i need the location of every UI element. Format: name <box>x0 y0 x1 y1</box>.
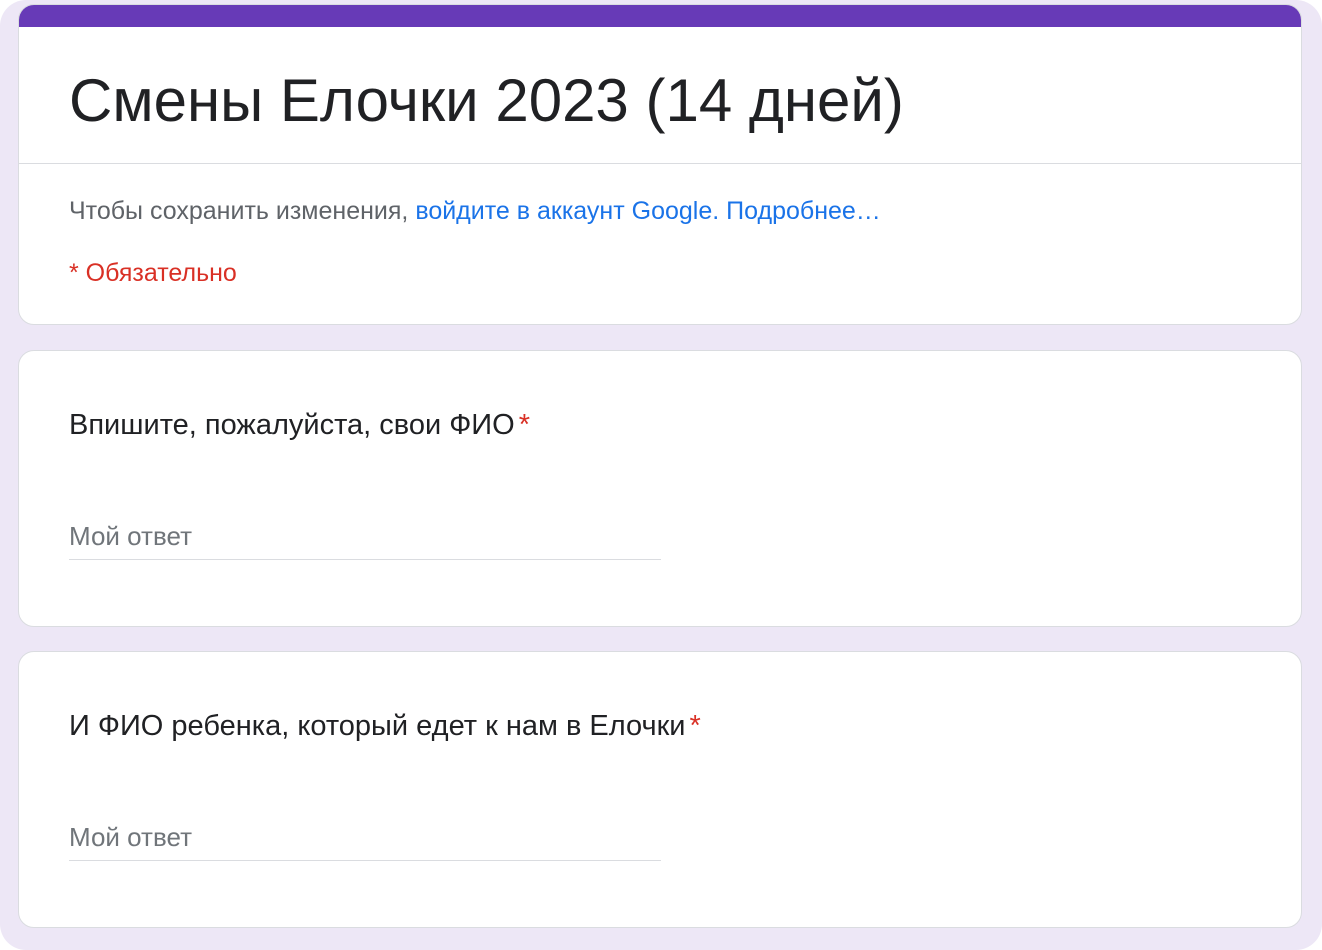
required-asterisk: * <box>689 710 701 742</box>
required-fields-note: * Обязательно <box>69 259 237 287</box>
question-title: И ФИО ребенка, который едет к нам в Елоч… <box>69 706 701 746</box>
header-divider <box>19 163 1301 164</box>
form-title: Смены Елочки 2023 (14 дней) <box>69 67 904 134</box>
required-asterisk: * <box>518 409 530 441</box>
theme-accent-bar <box>19 5 1301 27</box>
learn-more-link[interactable]: Подробнее… <box>726 197 881 225</box>
parent-name-input[interactable] <box>69 513 661 560</box>
question-title: Впишите, пожалуйста, свои ФИО * <box>69 405 530 445</box>
question-label: И ФИО ребенка, который едет к нам в Елоч… <box>69 710 686 742</box>
question-card-parent-name: Впишите, пожалуйста, свои ФИО * <box>18 350 1302 627</box>
child-name-input[interactable] <box>69 814 661 861</box>
signin-notice: Чтобы сохранить изменения, войдите в акк… <box>69 195 881 227</box>
question-label: Впишите, пожалуйста, свои ФИО <box>69 409 515 441</box>
google-signin-link[interactable]: войдите в аккаунт Google. <box>415 197 719 225</box>
question-card-child-name: И ФИО ребенка, который едет к нам в Елоч… <box>18 651 1302 928</box>
form-header-card: Смены Елочки 2023 (14 дней) Чтобы сохран… <box>18 4 1302 325</box>
form-page: Смены Елочки 2023 (14 дней) Чтобы сохран… <box>0 0 1322 950</box>
signin-notice-text: Чтобы сохранить изменения, <box>69 197 409 225</box>
